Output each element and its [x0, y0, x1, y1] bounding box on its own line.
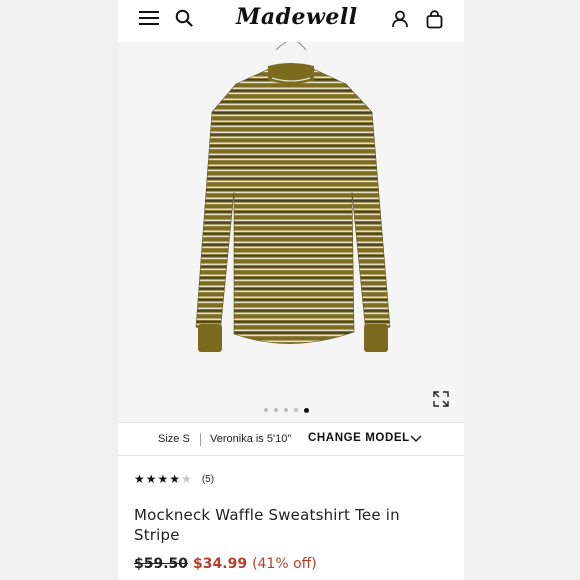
- pagination-dot[interactable]: [274, 408, 278, 412]
- model-height-label: Veronika is 5'10": [210, 433, 292, 445]
- bag-icon[interactable]: [424, 9, 444, 29]
- product-title: Mockneck Waffle Sweatshirt Tee in Stripe: [134, 506, 400, 544]
- product-rating[interactable]: ★ ★ ★ ★ ★ (5): [134, 472, 214, 486]
- chevron-down-icon[interactable]: [410, 434, 422, 444]
- discount-label: (41% off): [252, 556, 317, 572]
- star-icon: ★: [145, 472, 157, 486]
- star-icon: ★: [169, 472, 181, 486]
- model-size-label: Size S: [158, 433, 190, 445]
- left-backdrop: [0, 0, 118, 580]
- pagination-dot[interactable]: [284, 408, 288, 412]
- right-backdrop: [464, 0, 580, 580]
- model-info-bar: Size S Veronika is 5'10" CHANGE MODEL: [118, 422, 464, 456]
- product-gallery[interactable]: [118, 42, 464, 422]
- account-icon[interactable]: [390, 9, 410, 29]
- brand-logo[interactable]: Madewell: [236, 4, 357, 34]
- expand-icon[interactable]: [432, 390, 450, 408]
- gallery-pagination: [264, 406, 324, 414]
- search-icon[interactable]: [174, 8, 194, 28]
- review-count[interactable]: (5): [202, 474, 214, 485]
- star-icon: ★: [134, 472, 145, 486]
- phone-screen: Madewell Size S Veronika is 5'10" CHANGE…: [118, 0, 464, 580]
- change-model-button[interactable]: CHANGE MODEL: [308, 432, 410, 444]
- divider: [200, 433, 201, 446]
- original-price: $59.50: [134, 556, 189, 572]
- price-block: $59.50 $34.99 (41% off): [134, 556, 317, 572]
- pagination-dot[interactable]: [264, 408, 268, 412]
- header-bar: Madewell: [118, 0, 464, 42]
- star-icon: ★: [157, 472, 169, 486]
- star-empty-icon: ★: [181, 472, 192, 486]
- pagination-dot-active[interactable]: [304, 407, 309, 413]
- pagination-dot[interactable]: [294, 408, 298, 412]
- menu-icon[interactable]: [138, 9, 160, 27]
- sale-price: $34.99: [193, 556, 248, 572]
- rating-stars: ★ ★ ★ ★ ★: [134, 472, 192, 486]
- product-image[interactable]: [176, 42, 406, 382]
